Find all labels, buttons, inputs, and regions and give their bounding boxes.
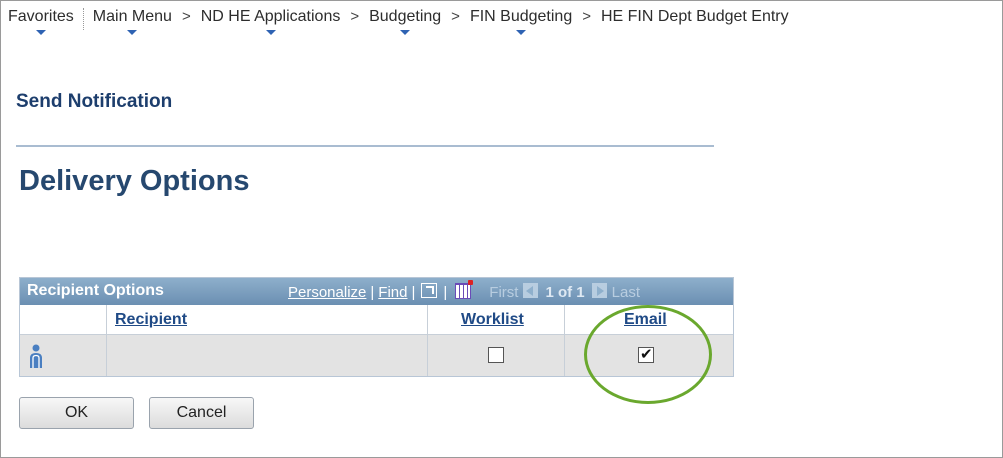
chevron-down-icon[interactable]	[127, 30, 138, 35]
breadcrumb: Favorites Main Menu > ND HE Applications…	[8, 8, 789, 35]
breadcrumb-separator: >	[451, 8, 460, 25]
breadcrumb-nd-he-applications[interactable]: ND HE Applications	[200, 8, 341, 35]
grid-toolbar: Personalize | Find | | First 1 of 1 Last	[288, 279, 640, 301]
grid-title: Recipient Options	[27, 282, 164, 299]
grid-header: Recipient Options Personalize | Find | |…	[19, 277, 734, 305]
ok-button[interactable]: OK	[19, 397, 134, 429]
chevron-down-icon[interactable]	[265, 30, 276, 35]
menu-divider	[82, 8, 84, 30]
personalize-link[interactable]: Personalize	[288, 284, 366, 301]
breadcrumb-label: HE FIN Dept Budget Entry	[600, 8, 789, 25]
chevron-down-icon[interactable]	[400, 30, 411, 35]
column-header-worklist: Worklist	[428, 305, 565, 335]
breadcrumb-label: Main Menu	[92, 8, 172, 25]
breadcrumb-fin-budgeting[interactable]: FIN Budgeting	[470, 8, 572, 35]
window-frame	[0, 0, 1003, 458]
column-header-recipient: Recipient	[107, 305, 428, 335]
cancel-button[interactable]: Cancel	[149, 397, 254, 429]
breadcrumb-separator: >	[181, 8, 191, 25]
breadcrumb-nav: Favorites Main Menu > ND HE Applications…	[1, 1, 1002, 35]
find-link[interactable]: Find	[378, 284, 407, 301]
toolbar-divider: |	[370, 284, 375, 301]
toolbar-divider: |	[443, 284, 448, 301]
worklist-cell	[428, 335, 565, 377]
breadcrumb-label: ND HE Applications	[200, 8, 341, 25]
highlight-oval	[584, 305, 712, 404]
table-row-icon-cell	[19, 335, 107, 377]
breadcrumb-label: FIN Budgeting	[469, 8, 573, 25]
last-link[interactable]: Last	[612, 284, 640, 301]
worklist-checkbox[interactable]	[488, 347, 504, 363]
first-link[interactable]: First	[489, 284, 518, 301]
chevron-down-icon[interactable]	[516, 30, 527, 35]
breadcrumb-separator: >	[582, 8, 591, 25]
prev-arrow-icon[interactable]	[523, 283, 539, 298]
column-header-icon	[19, 305, 107, 335]
toolbar-divider: |	[411, 284, 416, 301]
row-count: 1 of 1	[545, 284, 585, 301]
download-spreadsheet-icon[interactable]	[455, 279, 474, 299]
recipient-cell	[107, 335, 428, 377]
person-icon[interactable]	[28, 343, 44, 369]
breadcrumb-separator: >	[350, 8, 360, 25]
worklist-sort-link[interactable]: Worklist	[461, 311, 524, 329]
recipient-sort-link[interactable]: Recipient	[115, 311, 187, 329]
chevron-down-icon[interactable]	[35, 30, 46, 35]
breadcrumb-he-fin-dept-budget-entry[interactable]: HE FIN Dept Budget Entry	[601, 8, 789, 35]
next-arrow-icon[interactable]	[591, 283, 607, 298]
breadcrumb-label: Budgeting	[369, 8, 442, 25]
page-subtitle: Send Notification	[16, 91, 173, 112]
breadcrumb-budgeting[interactable]: Budgeting	[369, 8, 441, 35]
page-title: Delivery Options	[19, 165, 250, 197]
favorites-menu[interactable]: Favorites	[8, 8, 74, 35]
divider	[16, 145, 714, 147]
favorites-label: Favorites	[8, 8, 74, 25]
breadcrumb-main-menu[interactable]: Main Menu	[93, 8, 172, 35]
new-window-icon[interactable]	[421, 283, 438, 298]
